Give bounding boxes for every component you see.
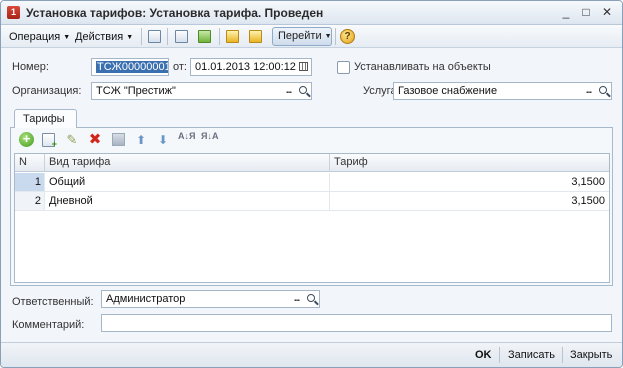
copy-document-button[interactable] bbox=[196, 28, 213, 45]
copy-row-button[interactable] bbox=[42, 133, 57, 149]
set-on-objects-label: Устанавливать на объекты bbox=[354, 61, 491, 73]
organization-label: Организация: bbox=[12, 85, 82, 97]
toolbar-separator bbox=[219, 28, 220, 45]
operation-menu[interactable]: Операция ▼ bbox=[9, 29, 70, 45]
document-window: 1 Установка тарифов: Установка тарифа. П… bbox=[0, 0, 623, 368]
goto-button[interactable]: Перейти ▼ bbox=[272, 27, 332, 46]
movements-icon bbox=[249, 30, 262, 43]
operation-menu-label: Операция bbox=[9, 31, 61, 43]
organization-open-button[interactable] bbox=[296, 83, 311, 99]
organization-select-button[interactable]: ... bbox=[281, 83, 296, 99]
help-button[interactable]: ? bbox=[340, 29, 355, 44]
row-number: 1 bbox=[15, 173, 45, 191]
grid-toolbar: + ✎ ✖ ⬆ ⬇ А↓Я Я↓А bbox=[11, 128, 612, 152]
toolbar-separator bbox=[167, 28, 168, 45]
minimize-button[interactable]: _ bbox=[557, 4, 575, 21]
responsible-open-button[interactable] bbox=[304, 291, 319, 307]
delete-row-button[interactable]: ✖ bbox=[87, 132, 103, 148]
movements-button[interactable] bbox=[247, 28, 264, 45]
calendar-button[interactable] bbox=[296, 59, 311, 75]
tab-tariffs-label: Тарифы bbox=[23, 113, 65, 125]
number-field[interactable]: ТСЖ00000001 bbox=[91, 58, 169, 76]
move-down-button[interactable]: ⬇ bbox=[155, 132, 171, 148]
actions-menu-label: Действия bbox=[75, 31, 124, 43]
table-header: N Вид тарифа Тариф bbox=[15, 154, 609, 172]
print-button[interactable] bbox=[173, 28, 190, 45]
column-header-tariff[interactable]: Тариф bbox=[330, 154, 609, 172]
from-label: от: bbox=[173, 61, 187, 73]
maximize-button[interactable]: □ bbox=[577, 4, 595, 21]
copy-document-icon bbox=[198, 30, 211, 43]
move-up-button[interactable]: ⬆ bbox=[133, 132, 149, 148]
print-icon bbox=[175, 30, 188, 43]
footer-separator bbox=[499, 347, 500, 363]
organization-value: ТСЖ "Престиж" bbox=[96, 85, 176, 97]
tariff-type-cell[interactable]: Общий bbox=[45, 173, 330, 191]
column-header-n[interactable]: N bbox=[15, 154, 45, 172]
edit-row-button[interactable]: ✎ bbox=[64, 132, 80, 148]
service-value: Газовое снабжение bbox=[398, 85, 498, 97]
search-icon bbox=[307, 294, 315, 302]
chevron-down-icon: ▼ bbox=[126, 34, 134, 41]
responsible-label: Ответственный: bbox=[12, 296, 94, 308]
tariffs-panel: + ✎ ✖ ⬆ ⬇ А↓Я Я↓А N Вид тарифа Тариф 1 О… bbox=[10, 127, 613, 286]
goto-label: Перейти bbox=[278, 30, 322, 42]
service-field[interactable]: Газовое снабжение ... bbox=[393, 82, 612, 100]
tab-tariffs[interactable]: Тарифы bbox=[14, 109, 77, 128]
table-row[interactable]: 2 Дневной 3,1500 bbox=[15, 192, 609, 211]
tariff-cell[interactable]: 3,1500 bbox=[330, 173, 609, 191]
search-icon bbox=[299, 86, 307, 94]
date-field[interactable]: 01.01.2013 12:00:12 bbox=[190, 58, 312, 76]
add-row-button[interactable]: + bbox=[19, 132, 34, 147]
sort-asc-button[interactable]: А↓Я bbox=[178, 132, 195, 148]
ok-button[interactable]: OK bbox=[475, 347, 492, 363]
close-window-button[interactable]: ✕ bbox=[598, 4, 616, 21]
footer-separator bbox=[562, 347, 563, 363]
chevron-down-icon: ▼ bbox=[324, 33, 332, 40]
responsible-value: Администратор bbox=[106, 293, 186, 305]
set-on-objects-checkbox[interactable] bbox=[337, 61, 350, 74]
number-label: Номер: bbox=[12, 61, 49, 73]
table-row[interactable]: 1 Общий 3,1500 bbox=[15, 173, 609, 192]
close-button[interactable]: Закрыть bbox=[570, 347, 612, 363]
sort-desc-button[interactable]: Я↓А bbox=[201, 132, 218, 148]
post-close-icon bbox=[148, 30, 161, 43]
title-bar[interactable]: 1 Установка тарифов: Установка тарифа. П… bbox=[1, 1, 622, 25]
column-header-tariff-type[interactable]: Вид тарифа bbox=[45, 154, 330, 172]
organization-field[interactable]: ТСЖ "Престиж" ... bbox=[91, 82, 312, 100]
footer-bar: OK Записать Закрыть bbox=[1, 342, 622, 367]
service-open-button[interactable] bbox=[596, 83, 611, 99]
number-value: ТСЖ00000001 bbox=[96, 61, 168, 73]
search-icon bbox=[599, 86, 607, 94]
toolbar: Операция ▼ Действия ▼ Перейти ▼ ? bbox=[1, 25, 622, 48]
app-icon: 1 bbox=[7, 6, 20, 19]
structure-button[interactable] bbox=[224, 28, 241, 45]
chevron-down-icon: ▼ bbox=[63, 34, 71, 41]
tariffs-table[interactable]: N Вид тарифа Тариф 1 Общий 3,1500 2 Днев… bbox=[14, 153, 610, 283]
structure-icon bbox=[226, 30, 239, 43]
comment-label: Комментарий: bbox=[12, 319, 85, 331]
tariff-cell[interactable]: 3,1500 bbox=[330, 192, 609, 210]
post-and-close-button[interactable] bbox=[146, 28, 163, 45]
responsible-field[interactable]: Администратор ... bbox=[101, 290, 320, 308]
window-title: Установка тарифов: Установка тарифа. Про… bbox=[26, 6, 324, 20]
end-edit-button[interactable] bbox=[112, 133, 125, 146]
actions-menu[interactable]: Действия ▼ bbox=[75, 29, 133, 45]
toolbar-separator bbox=[141, 28, 142, 45]
row-number: 2 bbox=[15, 192, 45, 210]
responsible-select-button[interactable]: ... bbox=[289, 291, 304, 307]
calendar-icon bbox=[299, 62, 308, 71]
save-button[interactable]: Записать bbox=[508, 347, 555, 363]
comment-field[interactable] bbox=[101, 314, 612, 332]
service-select-button[interactable]: ... bbox=[581, 83, 596, 99]
date-value: 01.01.2013 12:00:12 bbox=[195, 61, 296, 73]
tariff-type-cell[interactable]: Дневной bbox=[45, 192, 330, 210]
toolbar-separator bbox=[335, 28, 336, 45]
